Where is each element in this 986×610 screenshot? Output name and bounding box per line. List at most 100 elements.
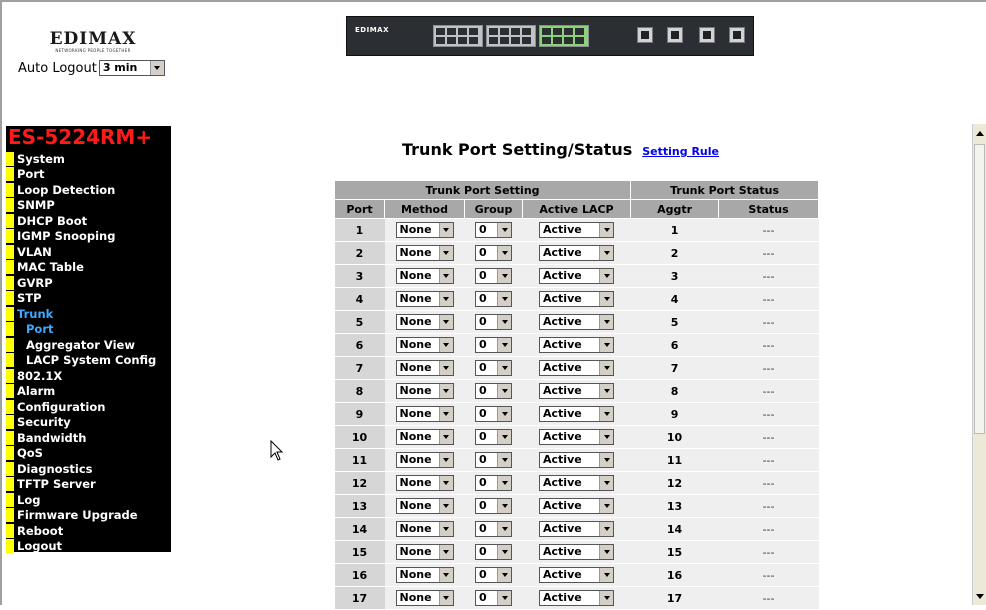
active-lacp-select[interactable]: Active	[539, 544, 615, 560]
sidebar-item[interactable]: Alarm	[6, 384, 171, 400]
scroll-down-icon[interactable]	[973, 589, 986, 603]
menu-marker-icon	[6, 182, 14, 197]
group-select[interactable]: 0	[475, 429, 512, 445]
group-select[interactable]: 0	[475, 291, 512, 307]
active-lacp-select[interactable]: Active	[539, 498, 615, 514]
vertical-scrollbar[interactable]	[972, 124, 986, 605]
active-lacp-select-value: Active	[543, 499, 582, 512]
trunk-port-table: Trunk Port Setting Trunk Port Status Por…	[333, 180, 820, 610]
scroll-up-icon[interactable]	[973, 126, 986, 140]
sidebar-item[interactable]: Security	[6, 415, 171, 431]
active-lacp-select[interactable]: Active	[539, 452, 615, 468]
method-select[interactable]: None	[395, 452, 454, 468]
active-lacp-select[interactable]: Active	[539, 360, 615, 376]
group-select[interactable]: 0	[475, 452, 512, 468]
active-lacp-select[interactable]: Active	[539, 567, 615, 583]
left-border	[0, 0, 2, 605]
method-select[interactable]: None	[395, 429, 454, 445]
sidebar-item[interactable]: Diagnostics	[6, 461, 171, 477]
sidebar-item[interactable]: DHCP Boot	[6, 213, 171, 229]
method-select[interactable]: None	[395, 314, 454, 330]
aggtr-value: 8	[630, 379, 719, 403]
sidebar-item[interactable]: MAC Table	[6, 260, 171, 276]
group-select[interactable]: 0	[475, 406, 512, 422]
status-value: ---	[718, 517, 819, 541]
method-select[interactable]: None	[395, 567, 454, 583]
lacp-cell: Active	[522, 425, 631, 449]
group-select[interactable]: 0	[475, 314, 512, 330]
method-select[interactable]: None	[395, 268, 454, 284]
aggtr-value: 17	[630, 586, 719, 610]
sidebar-item[interactable]: Logout	[6, 539, 171, 555]
group-select[interactable]: 0	[475, 590, 512, 606]
method-select[interactable]: None	[395, 590, 454, 606]
active-lacp-select[interactable]: Active	[539, 268, 615, 284]
sidebar-item[interactable]: SNMP	[6, 198, 171, 214]
sidebar-item[interactable]: Port	[6, 167, 171, 183]
active-lacp-select-value: Active	[543, 384, 582, 397]
sidebar-item[interactable]: 802.1X	[6, 368, 171, 384]
sidebar-item[interactable]: Bandwidth	[6, 430, 171, 446]
group-select[interactable]: 0	[475, 268, 512, 284]
method-select[interactable]: None	[395, 245, 454, 261]
method-select[interactable]: None	[395, 544, 454, 560]
group-select[interactable]: 0	[475, 383, 512, 399]
active-lacp-select[interactable]: Active	[539, 383, 615, 399]
sidebar-item[interactable]: QoS	[6, 446, 171, 462]
sidebar-item[interactable]: Configuration	[6, 399, 171, 415]
table-row: 17 None 0 Active 17 ---	[334, 586, 819, 610]
group-select[interactable]: 0	[475, 498, 512, 514]
menu-marker-icon	[6, 477, 14, 492]
method-select[interactable]: None	[395, 360, 454, 376]
group-select[interactable]: 0	[475, 567, 512, 583]
sidebar-item[interactable]: Firmware Upgrade	[6, 508, 171, 524]
group-select[interactable]: 0	[475, 360, 512, 376]
method-select[interactable]: None	[395, 475, 454, 491]
sidebar-item[interactable]: VLAN	[6, 244, 171, 260]
group-select[interactable]: 0	[475, 521, 512, 537]
sidebar-item[interactable]: GVRP	[6, 275, 171, 291]
method-select[interactable]: None	[395, 337, 454, 353]
auto-logout-select[interactable]: 3 min	[98, 60, 165, 76]
port-number: 5	[334, 310, 385, 334]
lacp-cell: Active	[522, 310, 631, 334]
aggtr-value: 1	[630, 218, 719, 242]
active-lacp-select[interactable]: Active	[539, 337, 615, 353]
method-select[interactable]: None	[395, 383, 454, 399]
active-lacp-select[interactable]: Active	[539, 475, 615, 491]
method-select[interactable]: None	[395, 222, 454, 238]
group-select[interactable]: 0	[475, 475, 512, 491]
method-select[interactable]: None	[395, 498, 454, 514]
sidebar-item[interactable]: System	[6, 151, 171, 167]
lacp-cell: Active	[522, 333, 631, 357]
method-select[interactable]: None	[395, 406, 454, 422]
sidebar-item[interactable]: Trunk	[6, 306, 171, 322]
sidebar-item[interactable]: TFTP Server	[6, 477, 171, 493]
active-lacp-select[interactable]: Active	[539, 245, 615, 261]
group-select[interactable]: 0	[475, 544, 512, 560]
sidebar-item[interactable]: Aggregator View	[6, 337, 171, 353]
active-lacp-select[interactable]: Active	[539, 314, 615, 330]
sidebar-item[interactable]: Port	[6, 322, 171, 338]
sidebar-item[interactable]: Reboot	[6, 523, 171, 539]
active-lacp-select[interactable]: Active	[539, 291, 615, 307]
sidebar-item[interactable]: IGMP Snooping	[6, 229, 171, 245]
setting-rule-link[interactable]: Setting Rule	[642, 145, 719, 158]
sidebar-item[interactable]: Loop Detection	[6, 182, 171, 198]
active-lacp-select-value: Active	[543, 545, 582, 558]
group-select[interactable]: 0	[475, 222, 512, 238]
method-select[interactable]: None	[395, 291, 454, 307]
group-select[interactable]: 0	[475, 337, 512, 353]
active-lacp-select[interactable]: Active	[539, 521, 615, 537]
active-lacp-select[interactable]: Active	[539, 406, 615, 422]
group-select[interactable]: 0	[475, 245, 512, 261]
sidebar-item-label: TFTP Server	[17, 477, 96, 492]
active-lacp-select[interactable]: Active	[539, 429, 615, 445]
scrollbar-thumb[interactable]	[974, 144, 985, 434]
active-lacp-select[interactable]: Active	[539, 222, 615, 238]
sidebar-item[interactable]: Log	[6, 492, 171, 508]
active-lacp-select[interactable]: Active	[539, 590, 615, 606]
sidebar-item[interactable]: STP	[6, 291, 171, 307]
method-select[interactable]: None	[395, 521, 454, 537]
sidebar-item[interactable]: LACP System Config	[6, 353, 171, 369]
